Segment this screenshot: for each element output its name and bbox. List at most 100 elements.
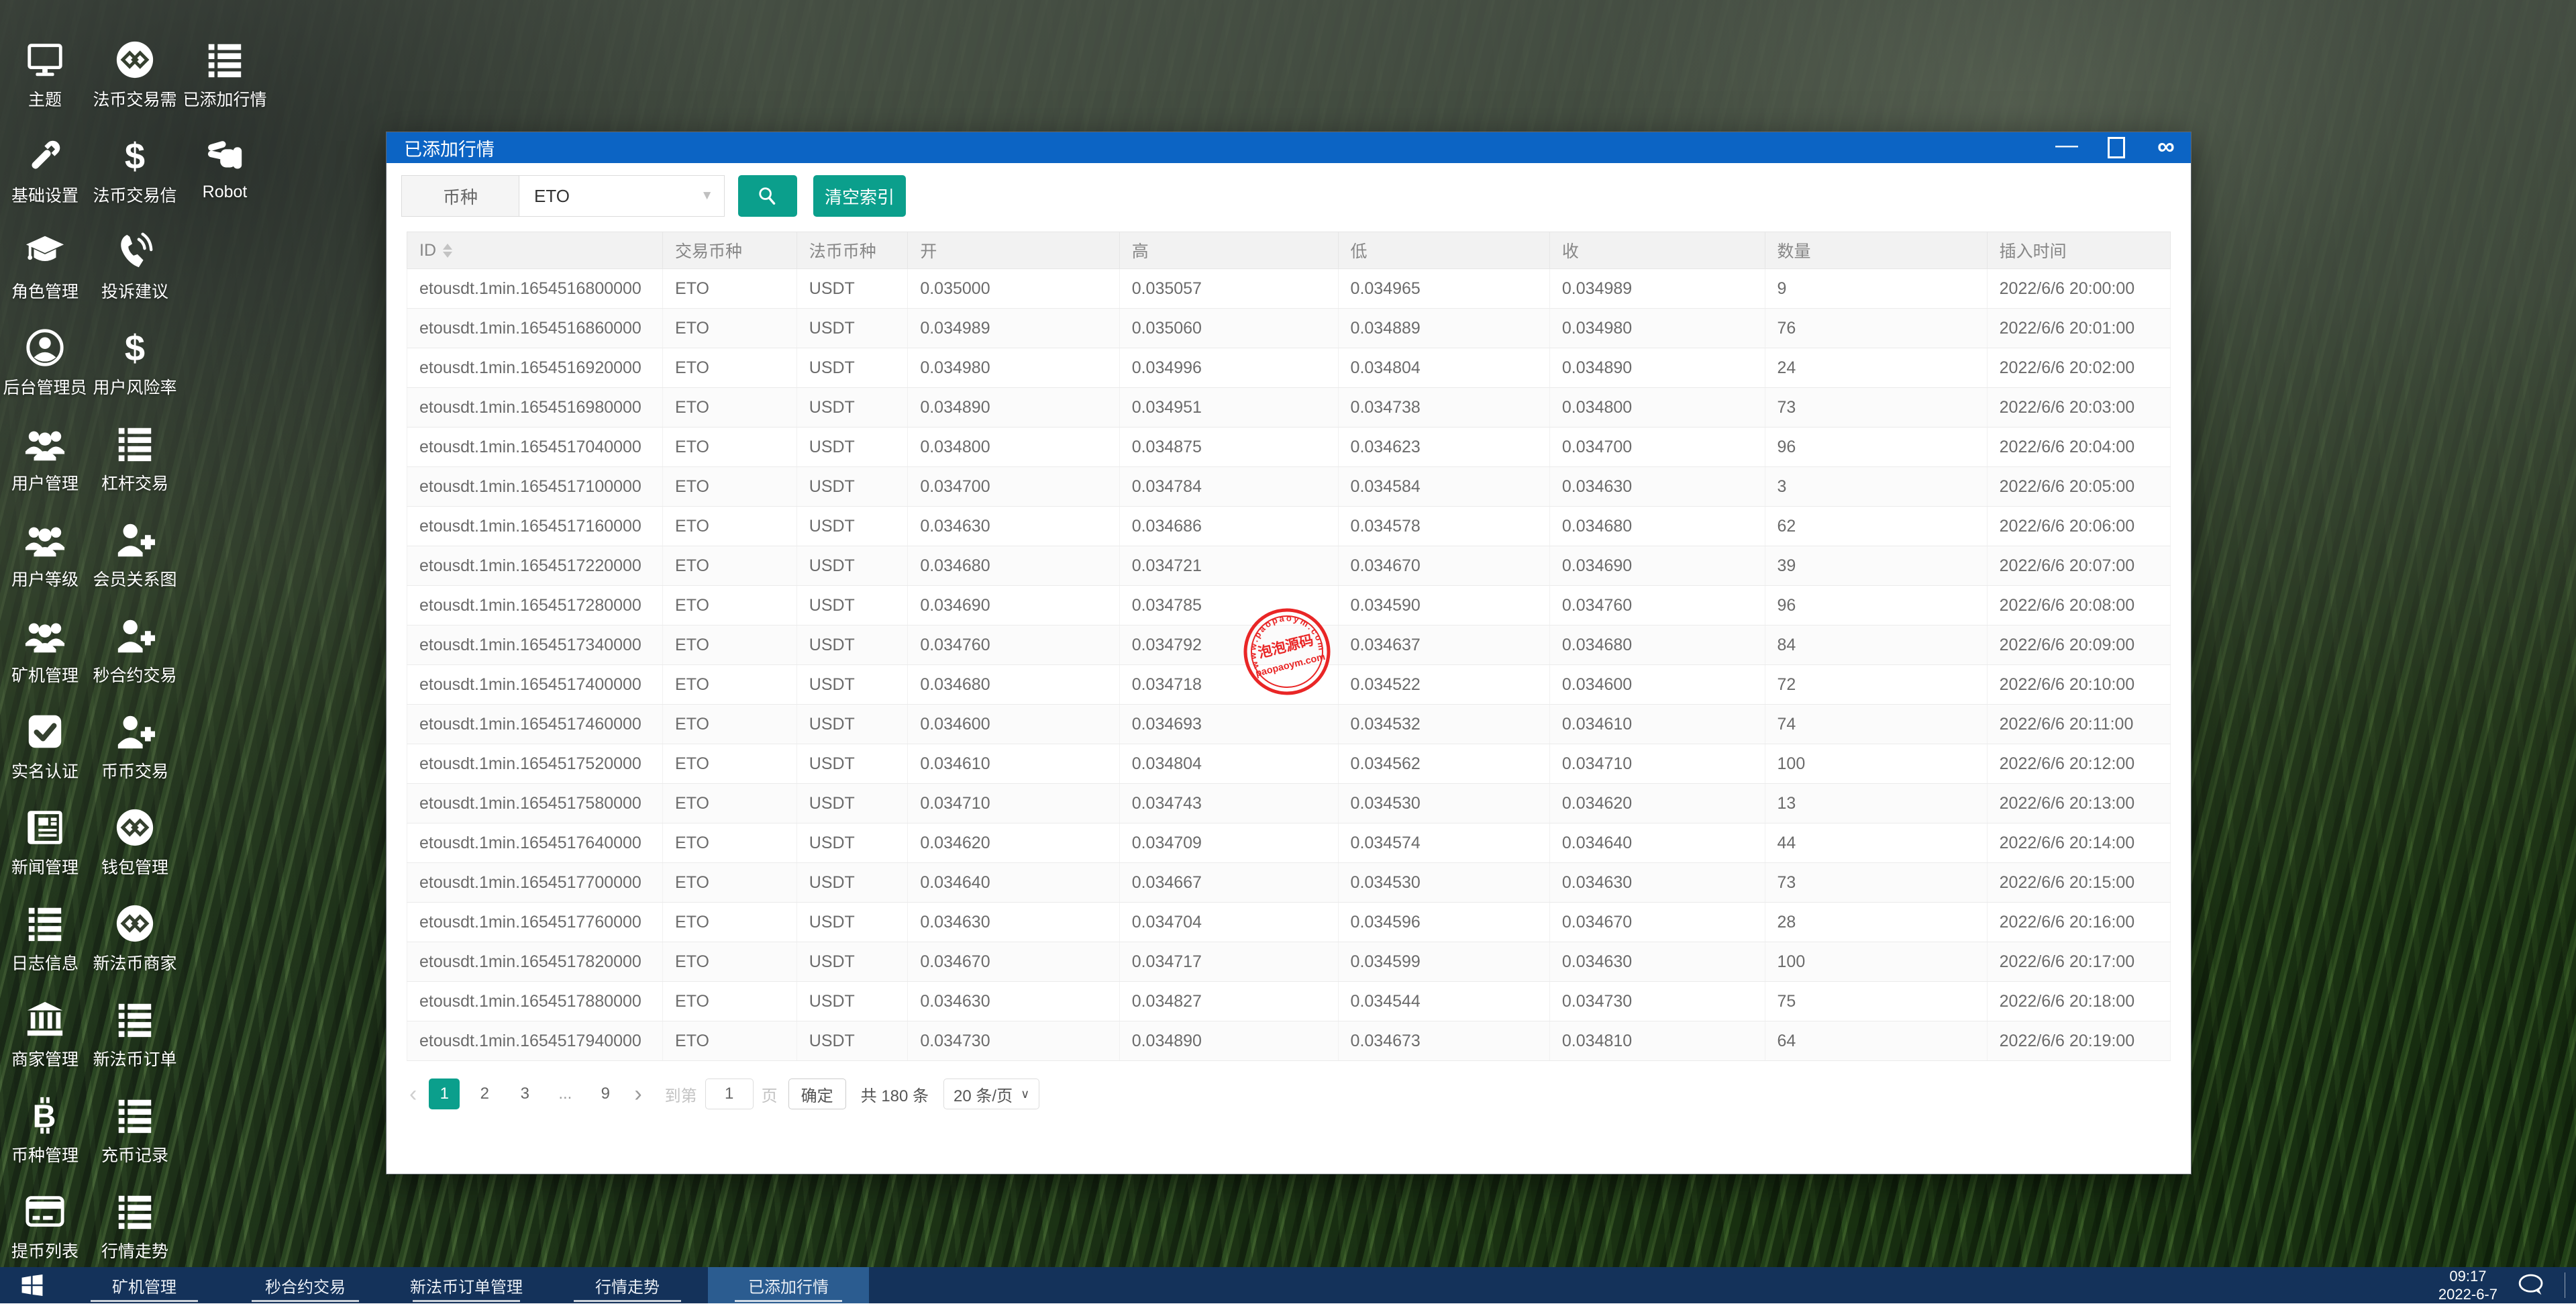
table-row[interactable]: etousdt.1min.1654517880000ETOUSDT0.03463… bbox=[407, 982, 2171, 1021]
table-cell: 0.034693 bbox=[1119, 705, 1338, 744]
minimize-icon: — bbox=[2055, 132, 2078, 158]
table-row[interactable]: etousdt.1min.1654517940000ETOUSDT0.03473… bbox=[407, 1021, 2171, 1061]
desktop-shortcut[interactable]: 钱包管理 bbox=[90, 797, 180, 893]
table-row[interactable]: etousdt.1min.1654517820000ETOUSDT0.03467… bbox=[407, 942, 2171, 982]
desktop-shortcut[interactable]: 新法币订单 bbox=[90, 989, 180, 1085]
desktop-shortcut-label: Robot bbox=[203, 183, 248, 202]
close-button[interactable]: ∞ bbox=[2141, 132, 2191, 163]
table-row[interactable]: etousdt.1min.1654517220000ETOUSDT0.03468… bbox=[407, 546, 2171, 586]
desktop-shortcut-label: 法币交易需 bbox=[93, 87, 176, 111]
column-header-4[interactable]: 高 bbox=[1119, 232, 1338, 269]
desktop-shortcut[interactable]: Robot bbox=[180, 126, 270, 221]
start-button[interactable] bbox=[0, 1267, 64, 1303]
table-row[interactable]: etousdt.1min.1654517520000ETOUSDT0.03461… bbox=[407, 744, 2171, 784]
table-row[interactable]: etousdt.1min.1654517700000ETOUSDT0.03464… bbox=[407, 863, 2171, 903]
desktop-shortcut[interactable]: $法币交易信 bbox=[90, 126, 180, 221]
table-cell: ETO bbox=[663, 348, 797, 388]
search-button[interactable] bbox=[738, 175, 797, 217]
page-number-button[interactable]: 1 bbox=[429, 1079, 460, 1109]
desktop-shortcut[interactable]: 用户管理 bbox=[0, 413, 90, 509]
table-cell: ETO bbox=[663, 942, 797, 982]
table-row[interactable]: etousdt.1min.1654517760000ETOUSDT0.03463… bbox=[407, 903, 2171, 942]
desktop-shortcut[interactable]: 投诉建议 bbox=[90, 221, 180, 317]
table-row[interactable]: etousdt.1min.1654517160000ETOUSDT0.03463… bbox=[407, 507, 2171, 546]
table-cell: 0.034578 bbox=[1338, 507, 1549, 546]
desktop-shortcut[interactable]: 新闻管理 bbox=[0, 797, 90, 893]
desktop-shortcut-label: 钱包管理 bbox=[101, 854, 168, 879]
taskbar-item[interactable]: 矿机管理 bbox=[64, 1267, 225, 1303]
table-cell: USDT bbox=[796, 586, 908, 625]
taskbar-item[interactable]: 行情走势 bbox=[547, 1267, 708, 1303]
desktop-shortcut[interactable]: B币种管理 bbox=[0, 1085, 90, 1181]
taskbar-item[interactable]: 新法币订单管理 bbox=[386, 1267, 547, 1303]
table-row[interactable]: etousdt.1min.1654516980000ETOUSDT0.03489… bbox=[407, 388, 2171, 428]
desktop-shortcut[interactable]: 会员关系图 bbox=[90, 509, 180, 605]
user-plus-icon bbox=[114, 615, 156, 656]
table-row[interactable]: etousdt.1min.1654517100000ETOUSDT0.03470… bbox=[407, 467, 2171, 507]
chat-bubble-button[interactable] bbox=[2516, 1267, 2547, 1303]
desktop-shortcut[interactable]: 新法币商家 bbox=[90, 893, 180, 989]
desktop-shortcut[interactable]: 实名认证 bbox=[0, 701, 90, 797]
desktop-shortcut[interactable]: 法币交易需 bbox=[90, 30, 180, 126]
table-row[interactable]: etousdt.1min.1654517040000ETOUSDT0.03480… bbox=[407, 428, 2171, 467]
page-number-button[interactable]: 3 bbox=[509, 1079, 540, 1109]
column-header-7[interactable]: 数量 bbox=[1765, 232, 1987, 269]
desktop-shortcut[interactable]: 杠杆交易 bbox=[90, 413, 180, 509]
desktop-shortcut[interactable]: 日志信息 bbox=[0, 893, 90, 989]
maximize-icon bbox=[2108, 137, 2125, 158]
column-header-id[interactable]: ID bbox=[407, 232, 663, 269]
table-cell: etousdt.1min.1654517580000 bbox=[407, 784, 663, 823]
table-row[interactable]: etousdt.1min.1654516860000ETOUSDT0.03498… bbox=[407, 309, 2171, 348]
table-cell: 0.034890 bbox=[1119, 1021, 1338, 1061]
table-row[interactable]: etousdt.1min.1654517460000ETOUSDT0.03460… bbox=[407, 705, 2171, 744]
table-cell: 2022/6/6 20:13:00 bbox=[1987, 784, 2170, 823]
taskbar-item[interactable]: 秒合约交易 bbox=[225, 1267, 386, 1303]
desktop-shortcut[interactable]: 充币记录 bbox=[90, 1085, 180, 1181]
show-desktop-strip[interactable] bbox=[2565, 1267, 2576, 1303]
desktop-shortcut[interactable]: 用户等级 bbox=[0, 509, 90, 605]
desktop-shortcut[interactable]: 行情走势 bbox=[90, 1181, 180, 1277]
table-row[interactable]: etousdt.1min.1654517580000ETOUSDT0.03471… bbox=[407, 784, 2171, 823]
table-cell: 0.034730 bbox=[908, 1021, 1119, 1061]
table-row[interactable]: etousdt.1min.1654517640000ETOUSDT0.03462… bbox=[407, 823, 2171, 863]
table-cell: ETO bbox=[663, 428, 797, 467]
desktop-shortcut[interactable]: 币币交易 bbox=[90, 701, 180, 797]
minimize-button[interactable]: — bbox=[2042, 132, 2092, 163]
table-cell: 0.034596 bbox=[1338, 903, 1549, 942]
goto-page-input[interactable] bbox=[705, 1079, 754, 1109]
desktop-shortcut[interactable]: 矿机管理 bbox=[0, 605, 90, 701]
desktop-shortcut[interactable]: 后台管理员 bbox=[0, 317, 90, 413]
page-number-button[interactable]: 9 bbox=[590, 1079, 621, 1109]
column-header-6[interactable]: 收 bbox=[1549, 232, 1765, 269]
window-titlebar[interactable]: 已添加行情 — ∞ bbox=[387, 132, 2191, 163]
prev-page-chevron[interactable]: ‹ bbox=[409, 1081, 417, 1107]
desktop-shortcut[interactable]: 基础设置 bbox=[0, 126, 90, 221]
taskbar-clock[interactable]: 09:17 2022-6-7 bbox=[2438, 1267, 2497, 1303]
desktop-shortcut[interactable]: 角色管理 bbox=[0, 221, 90, 317]
desktop-shortcut[interactable]: 主题 bbox=[0, 30, 90, 126]
column-header-5[interactable]: 低 bbox=[1338, 232, 1549, 269]
column-header-3[interactable]: 开 bbox=[908, 232, 1119, 269]
clear-index-button[interactable]: 清空索引 bbox=[813, 175, 906, 217]
desktop-shortcut[interactable]: 商家管理 bbox=[0, 989, 90, 1085]
table-cell: USDT bbox=[796, 467, 908, 507]
table-row[interactable]: etousdt.1min.1654516800000ETOUSDT0.03500… bbox=[407, 269, 2171, 309]
column-header-1[interactable]: 交易币种 bbox=[663, 232, 797, 269]
column-header-2[interactable]: 法币币种 bbox=[796, 232, 908, 269]
confirm-button[interactable]: 确定 bbox=[788, 1079, 846, 1109]
sort-arrows-icon[interactable] bbox=[443, 244, 452, 258]
table-cell: 2022/6/6 20:19:00 bbox=[1987, 1021, 2170, 1061]
desktop-shortcut[interactable]: 秒合约交易 bbox=[90, 605, 180, 701]
next-page-chevron[interactable]: › bbox=[634, 1081, 641, 1107]
desktop-shortcut[interactable]: 提币列表 bbox=[0, 1181, 90, 1277]
coin-select[interactable]: ETO ▼ bbox=[519, 175, 725, 217]
maximize-button[interactable] bbox=[2092, 132, 2141, 163]
desktop-shortcut[interactable]: 已添加行情 bbox=[180, 30, 270, 126]
column-header-8[interactable]: 插入时间 bbox=[1987, 232, 2170, 269]
table-row[interactable]: etousdt.1min.1654516920000ETOUSDT0.03498… bbox=[407, 348, 2171, 388]
desktop-shortcut[interactable]: $用户风险率 bbox=[90, 317, 180, 413]
per-page-select[interactable]: 20 条/页 ∨ bbox=[943, 1079, 1039, 1109]
taskbar-item[interactable]: 已添加行情 bbox=[708, 1267, 869, 1303]
table-cell: 0.035057 bbox=[1119, 269, 1338, 309]
page-number-button[interactable]: 2 bbox=[469, 1079, 500, 1109]
